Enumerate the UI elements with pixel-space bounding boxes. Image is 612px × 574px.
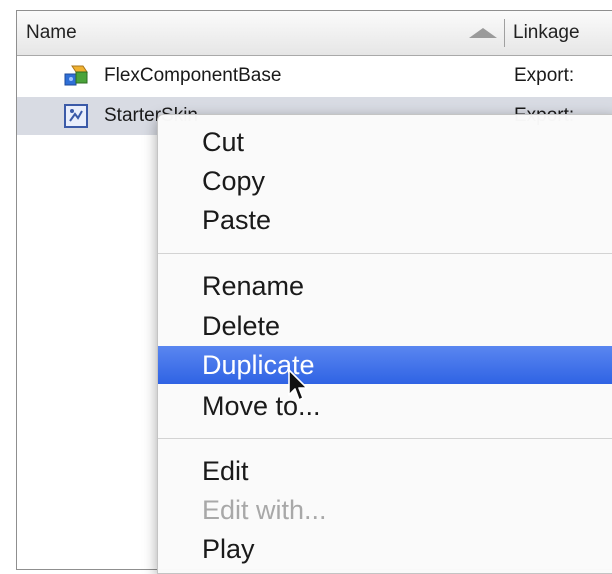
mouse-pointer-icon: [288, 369, 308, 401]
menu-item-delete[interactable]: Delete: [158, 307, 612, 345]
name-column-header[interactable]: Name: [26, 22, 77, 44]
sort-ascending-icon[interactable]: [469, 28, 497, 38]
menu-item-move-to[interactable]: Move to...: [158, 387, 612, 425]
menu-item-edit[interactable]: Edit: [158, 452, 612, 490]
menu-separator: [158, 253, 612, 254]
menu-separator: [158, 438, 612, 439]
context-menu: Cut Copy Paste Rename Delete Duplicate M…: [157, 114, 612, 574]
menu-item-cut[interactable]: Cut: [158, 123, 612, 161]
menu-item-edit-with: Edit with...: [202, 495, 327, 525]
menu-item-duplicate[interactable]: Duplicate: [158, 346, 612, 384]
row-name: FlexComponentBase: [104, 65, 282, 86]
movieclip-icon: [64, 104, 88, 128]
menu-item-copy[interactable]: Copy: [158, 162, 612, 200]
column-divider[interactable]: [504, 19, 505, 47]
library-header: Name Linkage: [17, 11, 612, 56]
row-linkage: Export:: [514, 65, 575, 86]
component-icon: [64, 65, 88, 86]
menu-item-paste[interactable]: Paste: [158, 201, 612, 239]
linkage-column-header[interactable]: Linkage: [513, 22, 580, 44]
library-row-flexcomponentbase[interactable]: FlexComponentBase Export:: [17, 57, 612, 95]
menu-item-play[interactable]: Play: [158, 530, 612, 568]
menu-item-rename[interactable]: Rename: [158, 267, 612, 305]
